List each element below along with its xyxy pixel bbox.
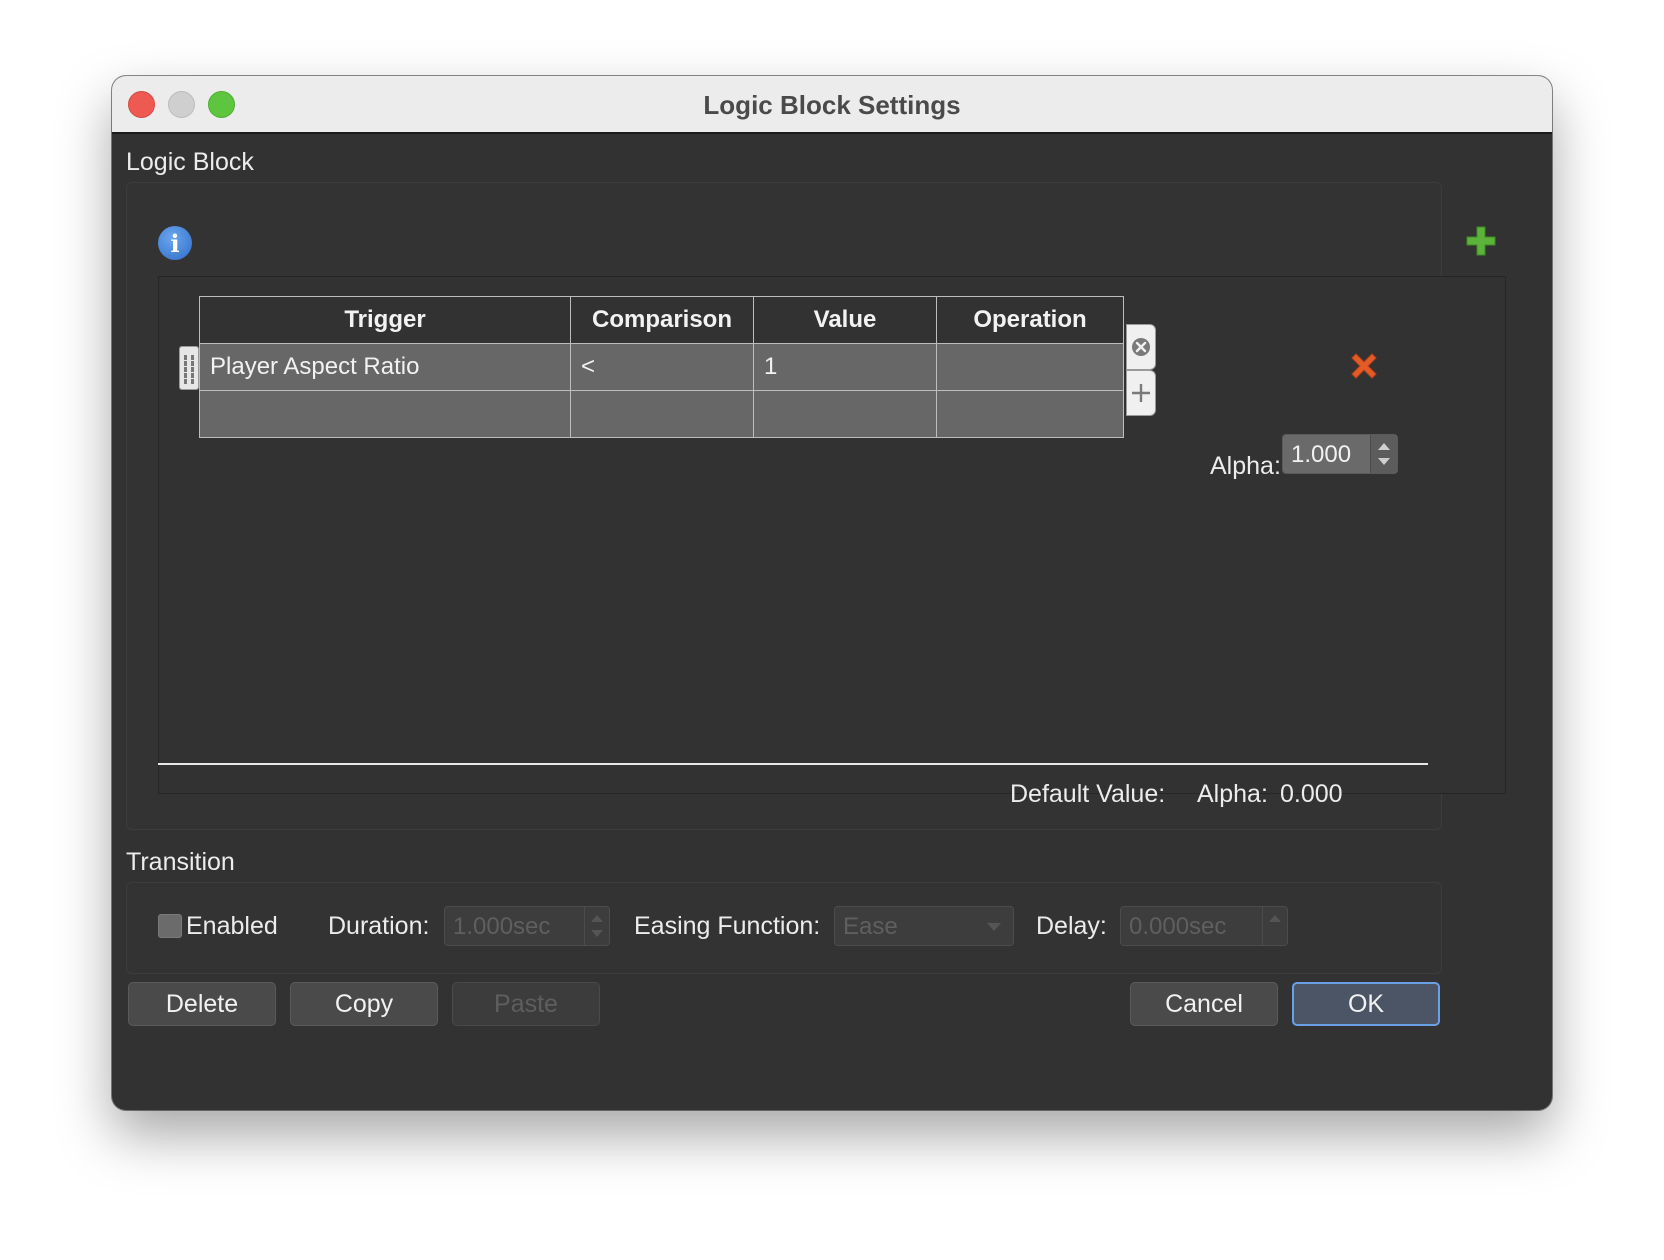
delay-stepper[interactable]: 0.000sec: [1120, 906, 1288, 946]
remove-row-button[interactable]: [1126, 324, 1156, 370]
drag-handle-icon[interactable]: [179, 346, 199, 390]
copy-button[interactable]: Copy: [290, 982, 438, 1026]
table-header-row: Trigger Comparison Value Operation: [199, 296, 1124, 344]
duration-stepper[interactable]: 1.000sec: [444, 906, 610, 946]
column-header-operation: Operation: [936, 296, 1124, 344]
operation-cell[interactable]: [936, 390, 1124, 438]
stepper-up-icon[interactable]: [591, 915, 603, 922]
delete-button[interactable]: Delete: [128, 982, 276, 1026]
add-rule-plus-icon[interactable]: [1464, 224, 1498, 258]
easing-function-select[interactable]: Ease: [834, 906, 1014, 946]
stepper-down-icon[interactable]: [1378, 458, 1390, 465]
circle-x-icon: [1132, 338, 1150, 356]
window-title: Logic Block Settings: [703, 90, 961, 120]
stepper-up-icon[interactable]: [1269, 915, 1281, 922]
cancel-button[interactable]: Cancel: [1130, 982, 1278, 1026]
easing-function-value[interactable]: Ease: [843, 913, 898, 941]
easing-function-label: Easing Function:: [634, 912, 821, 940]
default-value-label: Default Value:: [1010, 780, 1166, 808]
paste-button[interactable]: Paste: [452, 982, 600, 1026]
enabled-checkbox[interactable]: [158, 914, 182, 938]
default-alpha-value: 0.000: [1280, 780, 1343, 808]
trigger-cell[interactable]: [199, 390, 571, 438]
column-header-trigger: Trigger: [199, 296, 571, 344]
value-cell[interactable]: 1: [753, 343, 937, 391]
logic-block-section-label: Logic Block: [126, 148, 254, 176]
comparison-cell[interactable]: <: [570, 343, 754, 391]
column-header-comparison: Comparison: [570, 296, 754, 344]
table-row[interactable]: [199, 390, 1124, 438]
stepper-up-icon[interactable]: [1378, 443, 1390, 450]
chevron-down-icon: [987, 923, 1001, 931]
logic-block-settings-window: Logic Block Settings Logic Block i Trigg…: [112, 76, 1552, 1110]
column-header-value: Value: [753, 296, 937, 344]
conditions-table: Trigger Comparison Value Operation Playe…: [199, 296, 1124, 438]
delay-value[interactable]: 0.000sec: [1129, 913, 1226, 941]
alpha-label: Alpha:: [1210, 452, 1281, 480]
transition-section-label: Transition: [126, 848, 235, 876]
add-row-button[interactable]: [1126, 370, 1156, 416]
duration-label: Duration:: [328, 912, 430, 940]
ok-button[interactable]: OK: [1292, 982, 1440, 1026]
alpha-stepper-arrows[interactable]: [1370, 435, 1397, 473]
remove-rule-x-icon[interactable]: [1346, 348, 1382, 384]
delay-stepper-arrows[interactable]: [1262, 907, 1287, 945]
delay-label: Delay:: [1036, 912, 1107, 940]
value-cell[interactable]: [753, 390, 937, 438]
default-alpha-label: Alpha:: [1197, 780, 1268, 808]
enabled-label[interactable]: Enabled: [186, 912, 278, 941]
table-row[interactable]: Player Aspect Ratio < 1: [199, 343, 1124, 391]
plus-icon: [1132, 384, 1150, 402]
title-bar: Logic Block Settings: [112, 76, 1552, 134]
operation-cell[interactable]: [936, 343, 1124, 391]
info-icon[interactable]: i: [158, 226, 192, 260]
comparison-cell[interactable]: [570, 390, 754, 438]
divider: [158, 763, 1428, 765]
trigger-cell[interactable]: Player Aspect Ratio: [199, 343, 571, 391]
stepper-down-icon[interactable]: [591, 930, 603, 937]
alpha-value[interactable]: 1.000: [1291, 441, 1351, 469]
alpha-stepper[interactable]: 1.000: [1282, 434, 1398, 474]
duration-stepper-arrows[interactable]: [584, 907, 609, 945]
duration-value[interactable]: 1.000sec: [453, 913, 550, 941]
